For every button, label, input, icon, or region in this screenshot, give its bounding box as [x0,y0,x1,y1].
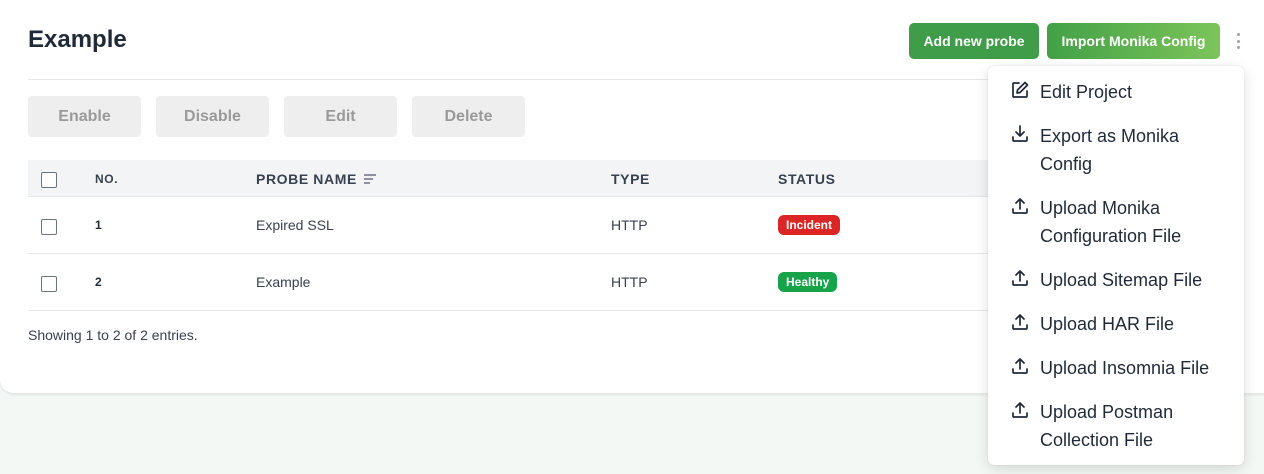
more-options-icon[interactable] [1230,31,1246,51]
import-monika-config-button[interactable]: Import Monika Config [1047,23,1220,59]
menu-item-label: Export as Monika Config [1040,126,1180,174]
status-cell: Healthy [778,254,838,310]
status-cell: Incident [778,197,841,253]
column-header-type: TYPE [611,170,650,187]
status-badge: Incident [778,215,841,235]
upload-icon [1012,358,1028,374]
upload-icon [1012,402,1028,418]
edit-icon [1012,81,1029,98]
row-checkbox[interactable] [41,276,57,292]
column-header-probe-name-label: PROBE NAME [256,170,357,187]
probe-name[interactable]: Expired SSL [256,197,334,253]
menu-item-label: Upload Sitemap File [1040,270,1203,290]
page-title: Example [28,26,127,53]
menu-item-label: Upload Monika Configuration File [1040,198,1182,246]
entries-summary: Showing 1 to 2 of 2 entries. [28,327,198,343]
column-header-probe-name[interactable]: PROBE NAME [256,160,377,197]
download-icon [1012,125,1028,142]
disable-button[interactable]: Disable [156,96,269,137]
select-all-checkbox[interactable] [41,172,57,188]
delete-button[interactable]: Delete [412,96,525,137]
upload-icon [1012,198,1028,214]
project-options-menu: Edit Project Export as Monika Config Upl… [988,66,1244,465]
upload-icon [1012,270,1028,286]
menu-item-label: Edit Project [1040,82,1133,102]
sort-icon[interactable] [363,173,377,185]
add-new-probe-button[interactable]: Add new probe [909,23,1039,59]
menu-item-label: Upload Postman Collection File [1040,402,1174,450]
probe-type: HTTP [611,217,648,233]
table-row[interactable]: 2 Example HTTP Healthy [28,254,1008,311]
column-header-status: STATUS [778,170,836,187]
table-header: NO. PROBE NAME TYPE STATUS [28,160,1008,197]
row-number: 2 [95,275,102,289]
header-divider [28,79,1008,80]
row-checkbox[interactable] [41,219,57,235]
probe-name[interactable]: Example [256,254,310,310]
upload-icon [1012,314,1028,330]
menu-item-label: Upload Insomnia File [1040,358,1210,378]
row-number: 1 [95,218,102,232]
enable-button[interactable]: Enable [28,96,141,137]
table-row[interactable]: 1 Expired SSL HTTP Incident [28,197,1008,254]
menu-item-label: Upload HAR File [1040,314,1175,334]
edit-button[interactable]: Edit [284,96,397,137]
probe-type: HTTP [611,274,648,290]
status-badge: Healthy [778,272,838,292]
column-header-no: NO. [95,171,119,186]
